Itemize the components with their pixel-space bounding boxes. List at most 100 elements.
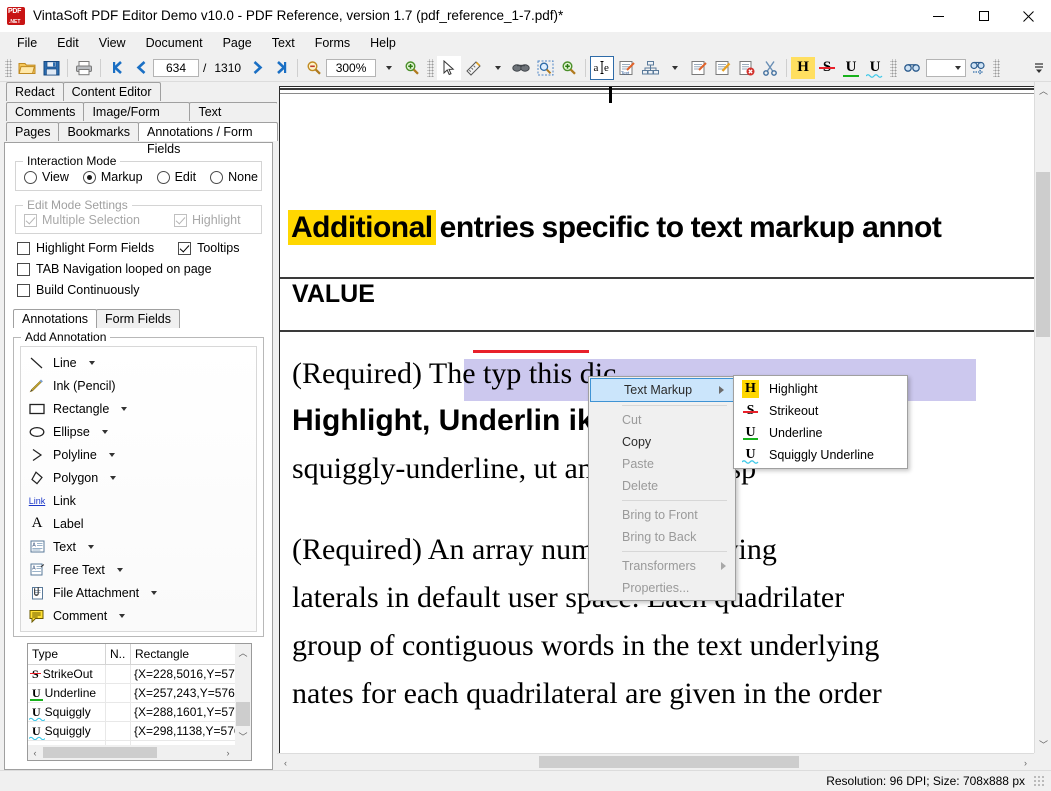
find-next-icon[interactable]	[966, 56, 990, 80]
resize-grip[interactable]	[1033, 775, 1045, 787]
table-row[interactable]: U Squiggly {X=298,1138,Y=576,066	[28, 722, 251, 741]
print-icon[interactable]	[72, 56, 96, 80]
pan-tool-icon[interactable]	[509, 56, 533, 80]
table-scroll-down-icon[interactable]: ﹀	[235, 728, 251, 745]
prev-page-icon[interactable]	[129, 56, 153, 80]
submenu-item-squiggly-underline[interactable]: U Squiggly Underline	[734, 444, 907, 466]
rectangle-dropdown-icon[interactable]	[121, 406, 128, 411]
annotation-table-hscrollbar[interactable]: ‹ ›	[28, 745, 251, 760]
last-page-icon[interactable]	[269, 56, 293, 80]
tab-annotations-form-fields[interactable]: Annotations / Form Fields	[137, 122, 278, 156]
checkbox-tab-navigation-control[interactable]	[17, 262, 30, 276]
radio-edit[interactable]: Edit	[156, 170, 196, 184]
menu-page[interactable]: Page	[213, 33, 262, 53]
tab-pages[interactable]: Pages	[6, 122, 60, 141]
add-annotation-file-attachment[interactable]: File Attachment	[27, 581, 254, 604]
submenu-item-underline[interactable]: U Underline	[734, 422, 907, 444]
comment-dropdown-icon[interactable]	[119, 613, 126, 618]
tab-redact[interactable]: Redact	[6, 82, 64, 101]
scroll-up-icon[interactable]: ︿	[1035, 82, 1051, 99]
page-number-input[interactable]: 634	[153, 58, 199, 77]
structure-dropdown-icon[interactable]	[662, 56, 686, 80]
toolbar-grip-3[interactable]	[890, 58, 898, 77]
column-header-n[interactable]: N..	[106, 644, 131, 664]
measure-tool-icon[interactable]	[461, 56, 485, 80]
find-dropdown-icon[interactable]	[955, 65, 962, 70]
menu-text[interactable]: Text	[262, 33, 305, 53]
zoom-in-icon[interactable]	[400, 56, 424, 80]
save-icon[interactable]	[39, 56, 63, 80]
tab-image-form-editor[interactable]: Image/Form Editor	[83, 102, 191, 136]
add-annotation-label[interactable]: A Label	[27, 512, 254, 535]
add-annotation-icon[interactable]	[686, 56, 710, 80]
table-hscroll-thumb[interactable]	[43, 747, 157, 758]
menu-help[interactable]: Help	[360, 33, 406, 53]
add-annotation-line[interactable]: Line	[27, 351, 254, 374]
context-menu-item-copy[interactable]: Copy	[589, 431, 735, 453]
add-annotation-ink[interactable]: Ink (Pencil)	[27, 374, 254, 397]
text-select-tool-icon[interactable]: a e	[590, 55, 615, 80]
delete-annotation-icon[interactable]	[734, 56, 758, 80]
column-header-type[interactable]: Type	[28, 644, 106, 664]
scroll-left-icon[interactable]: ‹	[277, 754, 294, 770]
add-annotation-polyline[interactable]: Polyline	[27, 443, 254, 466]
toolbar-overflow-icon[interactable]	[1027, 56, 1051, 80]
checkbox-build-continuously-control[interactable]	[17, 283, 30, 297]
select-tool-icon[interactable]	[437, 55, 462, 80]
table-scroll-right-icon[interactable]: ›	[221, 746, 235, 760]
menu-edit[interactable]: Edit	[47, 33, 89, 53]
tab-content-editor[interactable]: Content Editor	[62, 82, 161, 101]
submenu-item-highlight[interactable]: H Highlight	[734, 378, 907, 400]
magnifier-icon[interactable]	[557, 56, 581, 80]
add-annotation-polygon[interactable]: Polygon	[27, 466, 254, 489]
horizontal-scroll-thumb[interactable]	[539, 756, 799, 768]
zoom-out-icon[interactable]	[302, 56, 326, 80]
polyline-dropdown-icon[interactable]	[108, 452, 115, 457]
close-button[interactable]	[1006, 0, 1051, 32]
add-annotation-free-text[interactable]: A Free Text	[27, 558, 254, 581]
radio-none-control[interactable]	[210, 170, 224, 184]
file-attachment-dropdown-icon[interactable]	[151, 590, 158, 595]
table-vscroll-thumb[interactable]	[236, 702, 250, 726]
minimize-button[interactable]	[916, 0, 961, 32]
ellipse-dropdown-icon[interactable]	[101, 429, 108, 434]
column-header-rectangle[interactable]: Rectangle	[131, 644, 251, 664]
zoom-selection-icon[interactable]	[533, 56, 557, 80]
zoom-dropdown-icon[interactable]	[376, 56, 400, 80]
free-text-dropdown-icon[interactable]	[116, 567, 123, 572]
checkbox-highlight-form-fields-control[interactable]	[17, 241, 30, 255]
menu-document[interactable]: Document	[136, 33, 213, 53]
measure-dropdown-icon[interactable]	[485, 56, 509, 80]
edit-annotation-icon[interactable]	[710, 56, 734, 80]
submenu-item-strikeout[interactable]: S Strikeout	[734, 400, 907, 422]
add-annotation-comment[interactable]: Comment	[27, 604, 254, 627]
find-icon[interactable]	[900, 56, 924, 80]
text-tool-icon[interactable]: Text	[614, 56, 638, 80]
add-annotation-text[interactable]: A Text	[27, 535, 254, 558]
find-input[interactable]	[926, 58, 967, 77]
text-dropdown-icon[interactable]	[87, 544, 94, 549]
tab-comments[interactable]: Comments	[6, 102, 85, 121]
add-annotation-ellipse[interactable]: Ellipse	[27, 420, 254, 443]
first-page-icon[interactable]	[105, 56, 129, 80]
radio-markup[interactable]: Markup	[82, 170, 143, 184]
menu-forms[interactable]: Forms	[305, 33, 360, 53]
cut-icon[interactable]	[758, 56, 782, 80]
radio-markup-control[interactable]	[82, 170, 96, 184]
table-scroll-up-icon[interactable]: ︿	[235, 644, 251, 661]
scroll-down-icon[interactable]: ﹀	[1035, 736, 1051, 753]
tab-text-extraction[interactable]: Text Extraction	[189, 102, 278, 136]
subtab-annotations[interactable]: Annotations	[13, 309, 98, 328]
tab-bookmarks[interactable]: Bookmarks	[58, 122, 139, 141]
line-dropdown-icon[interactable]	[88, 360, 95, 365]
subtab-form-fields[interactable]: Form Fields	[96, 309, 181, 328]
toolbar-grip-4[interactable]	[993, 58, 1001, 77]
underline-icon[interactable]: U	[839, 57, 863, 79]
annotation-table-vscrollbar[interactable]: ︿ ﹀	[235, 644, 251, 745]
checkbox-tooltips-control[interactable]	[178, 241, 192, 255]
context-menu-item-text-markup[interactable]: Text Markup	[590, 378, 734, 402]
open-icon[interactable]	[15, 56, 39, 80]
menu-view[interactable]: View	[89, 33, 136, 53]
menu-file[interactable]: File	[7, 33, 47, 53]
squiggly-icon[interactable]: U	[863, 57, 887, 79]
